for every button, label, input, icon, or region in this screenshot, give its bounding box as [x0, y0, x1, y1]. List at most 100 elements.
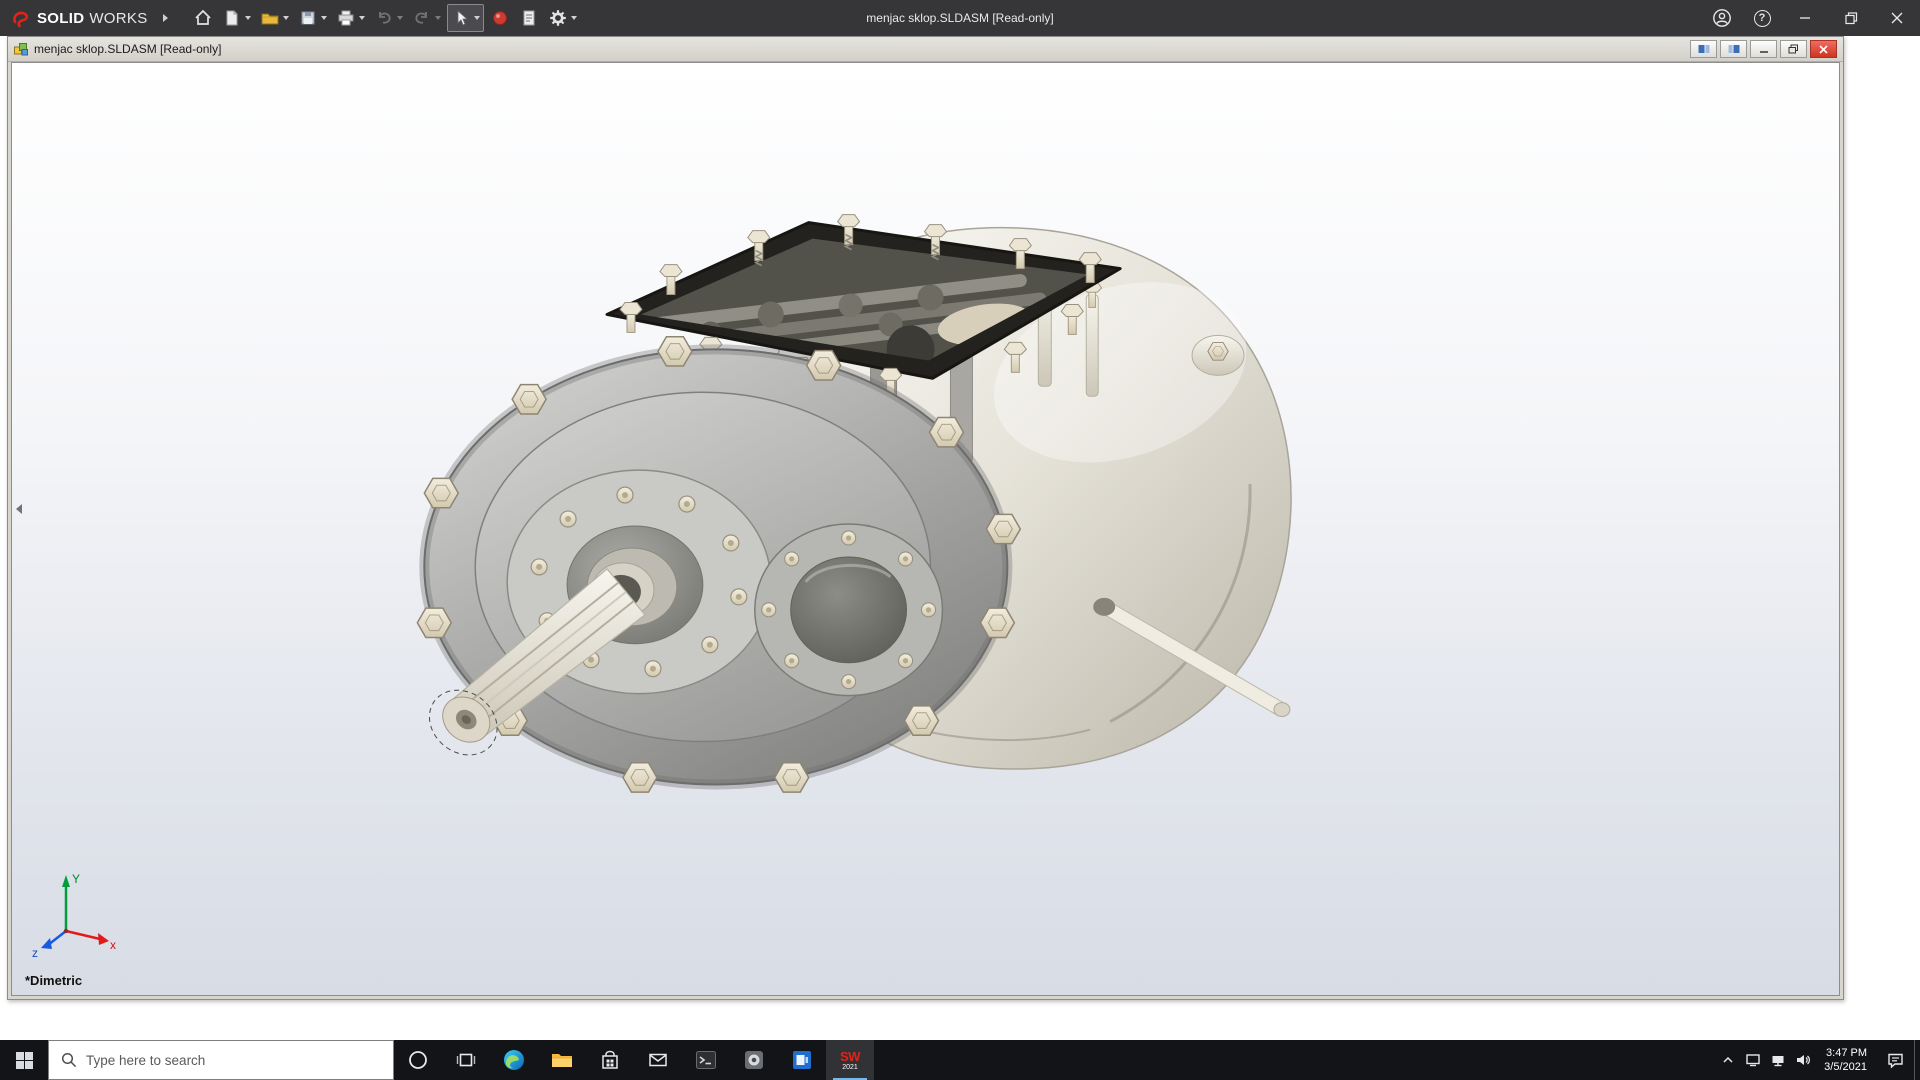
volume-tray-button[interactable]	[1790, 1040, 1815, 1080]
solidworks-menu[interactable]: SOLID WORKS	[0, 0, 176, 36]
rebuild-button[interactable]	[487, 4, 513, 32]
help-glyph: ?	[1758, 12, 1766, 24]
reference-triad: Y x z	[32, 872, 116, 960]
help-icon: ?	[1753, 9, 1771, 27]
taskbar-search[interactable]	[48, 1040, 394, 1080]
action-center-icon	[1887, 1053, 1903, 1069]
doc-restore-icon	[1788, 44, 1798, 54]
clock-date: 3/5/2021	[1824, 1061, 1867, 1073]
task-view-button[interactable]	[442, 1040, 490, 1080]
dropdown-caret-icon[interactable]	[434, 16, 441, 20]
home-button[interactable]	[190, 4, 216, 32]
collapse-arrow-icon	[15, 504, 22, 514]
app-titlebar: SOLID WORKS menjac sklop.SLDASM [Read-on…	[0, 0, 1920, 36]
dropdown-caret-icon[interactable]	[473, 16, 480, 20]
dropdown-caret-icon[interactable]	[358, 16, 365, 20]
cortana-icon	[409, 1051, 427, 1069]
undo-button[interactable]	[371, 4, 406, 32]
restore-icon	[1844, 11, 1857, 24]
store-icon	[602, 1050, 618, 1069]
y-axis-label: Y	[72, 872, 80, 886]
dropdown-caret-icon[interactable]	[282, 16, 289, 20]
dropdown-caret-icon[interactable]	[244, 16, 251, 20]
start-button[interactable]	[0, 1040, 48, 1080]
new-document-icon	[226, 10, 238, 26]
options-gear-icon	[549, 10, 566, 26]
select-arrow-icon	[457, 10, 468, 26]
close-icon	[1891, 12, 1903, 24]
clock-time: 3:47 PM	[1826, 1046, 1867, 1059]
mail-button[interactable]	[634, 1040, 682, 1080]
network-tray-button[interactable]	[1765, 1040, 1790, 1080]
file-properties-button[interactable]	[516, 4, 542, 32]
print-button[interactable]	[333, 4, 368, 32]
sign-in-button[interactable]	[1702, 0, 1742, 36]
document-title: menjac sklop.SLDASM [Read-only]	[34, 42, 222, 56]
rebuild-icon	[492, 11, 507, 25]
save-button[interactable]	[295, 4, 330, 32]
x-axis-label: x	[110, 938, 116, 952]
file-properties-icon	[523, 10, 535, 26]
file-explorer-button[interactable]	[538, 1040, 586, 1080]
pane-left-button[interactable]	[1690, 40, 1717, 58]
restore-button[interactable]	[1828, 0, 1874, 36]
dropdown-caret-icon[interactable]	[570, 16, 577, 20]
help-button[interactable]: ?	[1742, 0, 1782, 36]
chevron-right-icon[interactable]	[162, 14, 168, 22]
store-button[interactable]	[586, 1040, 634, 1080]
taskbar-clock[interactable]: 3:47 PM 3/5/2021	[1815, 1046, 1876, 1075]
search-icon	[61, 1052, 77, 1068]
pane-right-button[interactable]	[1720, 40, 1747, 58]
doc-minimize-icon	[1759, 50, 1768, 53]
console-app-icon	[696, 1051, 716, 1069]
mail-icon	[649, 1053, 667, 1067]
pane-right-icon	[1728, 45, 1739, 53]
action-center-button[interactable]	[1876, 1040, 1914, 1080]
quick-access-toolbar	[190, 0, 580, 36]
doc-restore-button[interactable]	[1780, 40, 1807, 58]
document-window-controls	[1690, 40, 1839, 58]
new-document-button[interactable]	[219, 4, 254, 32]
view-orientation-label: *Dimetric	[25, 973, 83, 988]
doc-close-button[interactable]	[1810, 40, 1837, 58]
round-cover[interactable]	[790, 556, 908, 664]
console-app-button[interactable]	[682, 1040, 730, 1080]
graphics-viewport[interactable]: Y x z *Dimetric	[11, 62, 1840, 996]
screen: SOLID WORKS menjac sklop.SLDASM [Read-on…	[0, 0, 1920, 1080]
solidworks-taskbar-button[interactable]: SW 2021	[826, 1040, 874, 1080]
featuremanager-collapse-tab[interactable]	[12, 495, 25, 523]
doc-minimize-button[interactable]	[1750, 40, 1777, 58]
document-titlebar[interactable]: menjac sklop.SLDASM [Read-only]	[8, 37, 1843, 62]
gearbox-model[interactable]	[12, 63, 1839, 995]
sw-year: 2021	[842, 1063, 858, 1071]
search-input[interactable]	[86, 1052, 393, 1068]
network-icon	[1772, 1056, 1784, 1067]
minimize-button[interactable]	[1782, 0, 1828, 36]
display-icon	[1745, 1054, 1760, 1067]
dropdown-caret-icon[interactable]	[320, 16, 327, 20]
display-tray-button[interactable]	[1740, 1040, 1765, 1080]
close-button[interactable]	[1874, 0, 1920, 36]
task-view-icon	[456, 1053, 476, 1067]
solidworks-logo-icon	[13, 11, 29, 28]
edge-icon	[504, 1050, 524, 1070]
options-button[interactable]	[545, 4, 580, 32]
windows-taskbar: SW 2021 3:47 PM 3/5/2021	[0, 1040, 1920, 1080]
open-button[interactable]	[257, 4, 292, 32]
blue-app-button[interactable]	[778, 1040, 826, 1080]
windows-logo-icon	[15, 1051, 33, 1069]
show-desktop-button[interactable]	[1914, 1040, 1920, 1080]
cortana-button[interactable]	[394, 1040, 442, 1080]
system-tray: 3:47 PM 3/5/2021	[1715, 1040, 1920, 1080]
blue-app-icon	[793, 1051, 811, 1069]
hidden-icons-button[interactable]	[1715, 1040, 1740, 1080]
redo-button[interactable]	[409, 4, 444, 32]
gray-app-button[interactable]	[730, 1040, 778, 1080]
assembly-document-icon	[14, 43, 28, 56]
select-tool-button[interactable]	[446, 4, 484, 32]
z-axis-arrow	[41, 938, 52, 949]
z-axis-label: z	[32, 946, 38, 960]
edge-button[interactable]	[490, 1040, 538, 1080]
print-icon	[338, 10, 354, 26]
dropdown-caret-icon[interactable]	[396, 16, 403, 20]
